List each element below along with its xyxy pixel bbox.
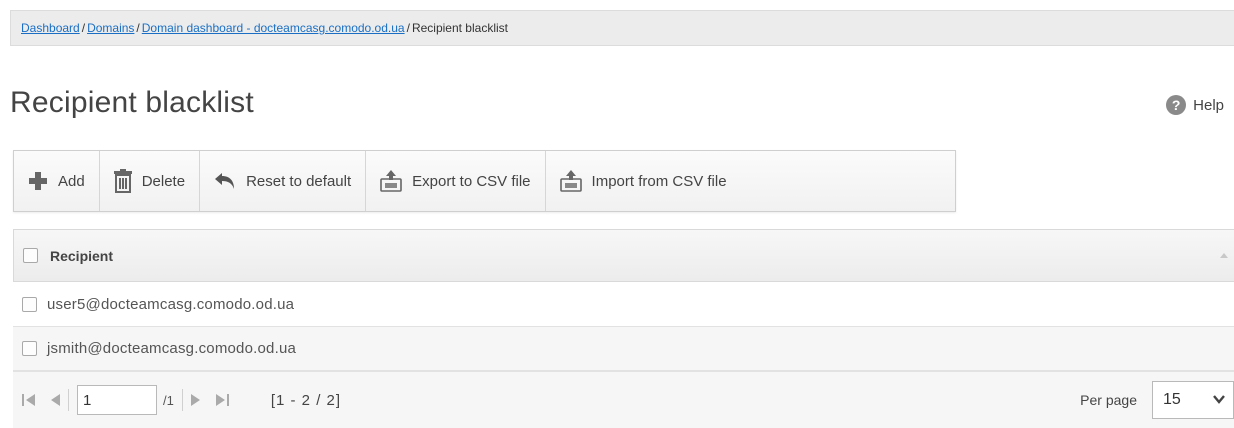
per-page-value: 15	[1163, 391, 1181, 408]
add-label: Add	[58, 172, 85, 190]
per-page-select[interactable]: 15	[1152, 381, 1234, 419]
breadcrumb-link-dashboard[interactable]: Dashboard	[21, 21, 80, 35]
breadcrumb-current: Recipient blacklist	[411, 21, 508, 35]
undo-icon	[214, 171, 236, 191]
import-label: Import from CSV file	[591, 172, 727, 190]
row-checkbox[interactable]	[22, 341, 37, 356]
row-checkbox[interactable]	[22, 297, 37, 312]
plus-icon	[28, 171, 48, 191]
page-number-input[interactable]	[77, 385, 157, 415]
recipient-column-header[interactable]: Recipient	[50, 248, 113, 264]
import-csv-button[interactable]: Import from CSV file	[546, 151, 753, 211]
previous-page-icon[interactable]	[50, 393, 60, 407]
breadcrumb-separator: /	[81, 21, 86, 35]
breadcrumb-separator: /	[406, 21, 410, 35]
add-button[interactable]: Add	[14, 151, 100, 211]
help-label: Help	[1193, 96, 1224, 114]
table-row[interactable]: user5@docteamcasg.comodo.od.ua	[13, 283, 1234, 327]
per-page-label: Per page	[1080, 392, 1137, 408]
question-circle-icon: ?	[1166, 95, 1187, 115]
page-title: Recipient blacklist	[10, 86, 254, 119]
pager-divider	[68, 389, 69, 411]
toolbar: Add Delete Reset to default Export to CS…	[13, 150, 956, 212]
pager-divider	[181, 389, 183, 411]
recipient-cell: user5@docteamcasg.comodo.od.ua	[47, 296, 295, 313]
sort-ascending-icon[interactable]	[1220, 253, 1228, 258]
first-page-icon[interactable]	[22, 393, 36, 407]
reset-label: Reset to default	[246, 172, 352, 190]
csv-export-icon	[380, 170, 402, 192]
grid-header: Recipient	[13, 229, 1234, 282]
next-page-icon[interactable]	[190, 393, 201, 407]
delete-button[interactable]: Delete	[100, 151, 201, 211]
select-all-checkbox[interactable]	[23, 248, 38, 263]
total-pages: /1	[163, 392, 174, 408]
csv-import-icon	[559, 170, 582, 192]
help-button[interactable]: ? Help	[1166, 95, 1224, 115]
breadcrumb-link-domains[interactable]: Domains	[87, 21, 134, 35]
table-row[interactable]: jsmith@docteamcasg.comodo.od.ua	[13, 327, 1234, 371]
last-page-icon[interactable]	[215, 393, 229, 407]
trash-icon	[113, 169, 132, 193]
export-label: Export to CSV file	[412, 172, 531, 190]
chevron-down-icon	[1213, 391, 1225, 409]
export-csv-button[interactable]: Export to CSV file	[366, 151, 546, 211]
delete-label: Delete	[141, 172, 186, 190]
breadcrumb: Dashboard / Domains / Domain dashboard - doc…	[10, 10, 1234, 46]
breadcrumb-link-domain-dashboard[interactable]: Domain dashboard - docteamcasg.comodo.od…	[142, 21, 405, 35]
pagination-bar: /1 [1 - 2 / 2] Per page 15	[13, 371, 1234, 428]
record-range: [1 - 2 / 2]	[270, 391, 342, 409]
recipient-cell: jsmith@docteamcasg.comodo.od.ua	[47, 340, 297, 357]
breadcrumb-separator: /	[136, 21, 140, 35]
reset-to-default-button[interactable]: Reset to default	[200, 151, 367, 211]
